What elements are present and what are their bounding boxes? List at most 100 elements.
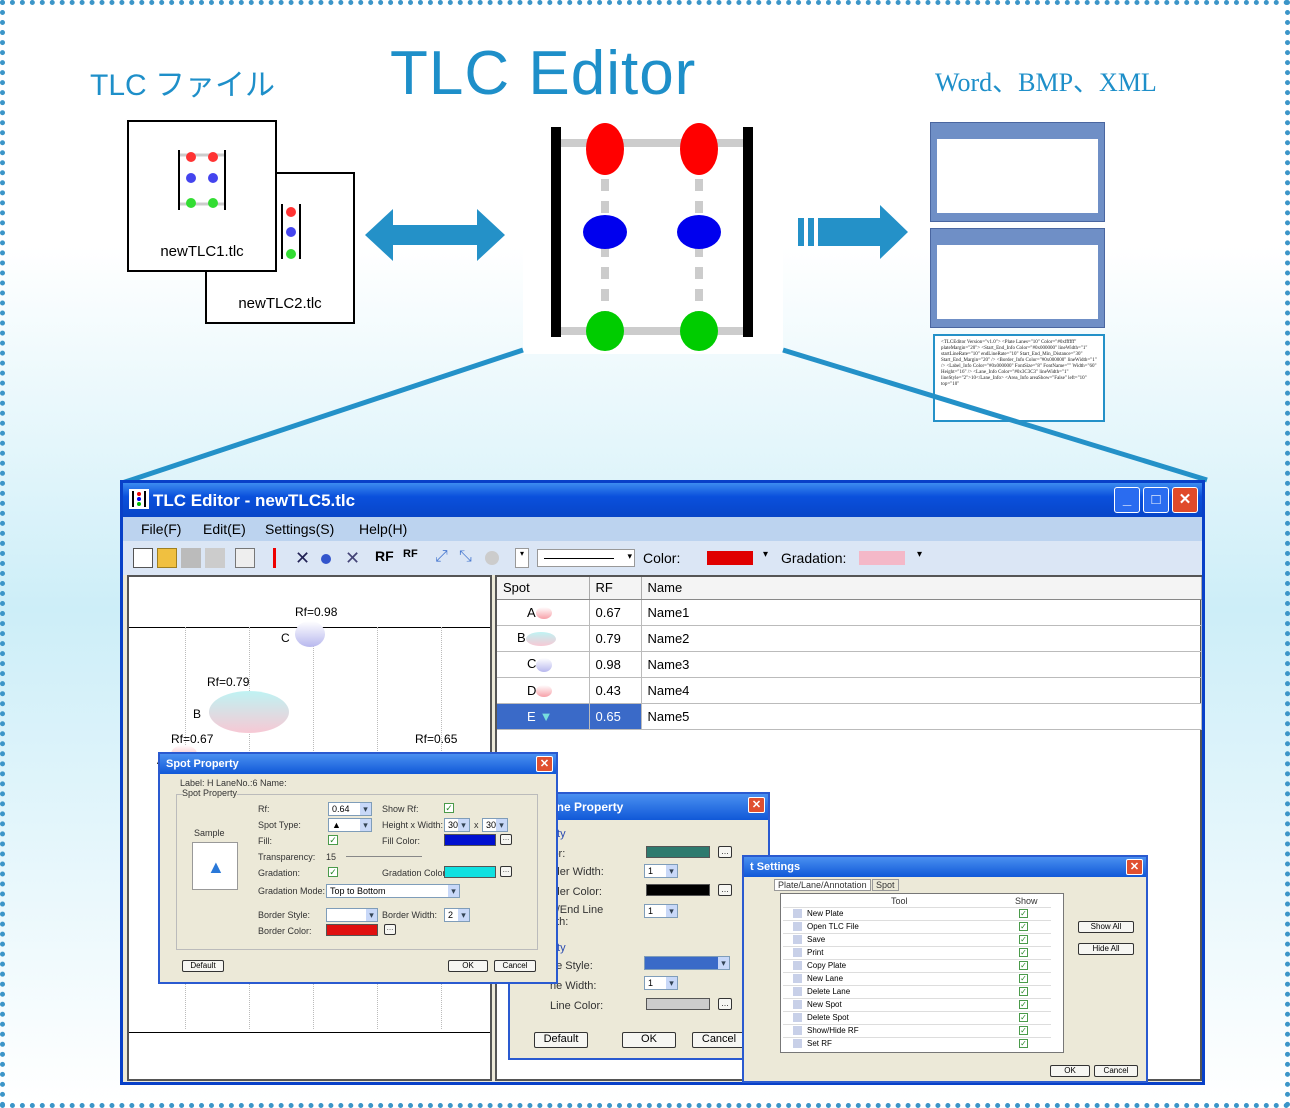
shrink-icon[interactable]: ⤡ (459, 548, 479, 568)
show-checkbox[interactable]: ✓ (1019, 987, 1028, 996)
ok-button[interactable]: OK (1050, 1065, 1090, 1077)
cancel-button[interactable]: Cancel (692, 1032, 746, 1048)
menu-help[interactable]: Help(H) (359, 521, 407, 537)
file-label: newTLC1.tlc (160, 243, 244, 260)
settings-row[interactable]: Open TLC File ✓ (783, 920, 1051, 932)
minimize-button[interactable]: _ (1114, 487, 1140, 513)
settings-row[interactable]: Print ✓ (783, 946, 1051, 958)
hide-all-button[interactable]: Hide All (1078, 943, 1134, 955)
delete-lane-icon[interactable]: ✕ (295, 548, 315, 568)
new-plate-icon[interactable] (133, 548, 153, 568)
close-icon[interactable]: ✕ (536, 756, 553, 772)
table-row-selected[interactable]: E ▼ 0.65 Name5 (497, 703, 1202, 730)
col-rf[interactable]: RF (589, 577, 642, 600)
delete-spot-icon[interactable]: ✕ (345, 548, 365, 568)
settings-row[interactable]: Save ✓ (783, 933, 1051, 945)
col-name[interactable]: Name (641, 577, 1202, 600)
show-checkbox[interactable]: ✓ (1019, 909, 1028, 918)
app-icon (129, 489, 149, 509)
menu-settings[interactable]: Settings(S) (265, 521, 334, 537)
show-checkbox[interactable]: ✓ (1019, 1026, 1028, 1035)
show-all-button[interactable]: Show All (1078, 921, 1134, 933)
color-dropdown-icon[interactable]: ▾ (763, 549, 768, 560)
close-button[interactable]: ✕ (1172, 487, 1198, 513)
show-rf-checkbox[interactable]: ✓ (444, 803, 454, 813)
tab-plate[interactable]: Plate/Lane/Annotation (774, 879, 871, 891)
print-icon[interactable] (205, 548, 225, 568)
settings-row[interactable]: New Spot ✓ (783, 998, 1051, 1010)
shape-dropdown-icon[interactable]: ▾ (515, 548, 529, 568)
gradation-dropdown-icon[interactable]: ▾ (917, 549, 922, 560)
cancel-button[interactable]: Cancel (1094, 1065, 1138, 1077)
color-swatch[interactable] (707, 551, 753, 565)
ok-button[interactable]: OK (448, 960, 488, 972)
new-lane-icon[interactable] (273, 548, 276, 568)
ok-button[interactable]: OK (622, 1032, 676, 1048)
border-color-swatch[interactable] (326, 924, 378, 936)
col-spot[interactable]: Spot (497, 577, 590, 600)
gradation-color-swatch[interactable] (444, 866, 496, 878)
settings-row[interactable]: Delete Spot ✓ (783, 1011, 1051, 1023)
copy-plate-icon[interactable] (235, 548, 255, 568)
lane-line-width-select[interactable]: 1 (644, 976, 678, 990)
show-checkbox[interactable]: ✓ (1019, 1039, 1028, 1048)
line-style-select[interactable] (644, 956, 730, 970)
border-color-swatch[interactable] (646, 884, 710, 896)
cancel-button[interactable]: Cancel (494, 960, 536, 972)
show-checkbox[interactable]: ✓ (1019, 935, 1028, 944)
show-checkbox[interactable]: ✓ (1019, 1013, 1028, 1022)
show-checkbox[interactable]: ✓ (1019, 922, 1028, 931)
menu-edit[interactable]: Edit(E) (203, 521, 246, 537)
border-width-select[interactable]: 2 (444, 908, 470, 922)
gradation-mode-select[interactable]: Top to Bottom (326, 884, 460, 898)
word-thumbnail (930, 122, 1105, 222)
show-checkbox[interactable]: ✓ (1019, 1000, 1028, 1009)
line-style-select[interactable]: ▾ (537, 549, 635, 567)
gradation-checkbox[interactable]: ✓ (328, 867, 338, 877)
show-checkbox[interactable]: ✓ (1019, 961, 1028, 970)
settings-row[interactable]: Copy Plate ✓ (783, 959, 1051, 971)
default-button[interactable]: Default (182, 960, 224, 972)
spot-c[interactable] (295, 621, 325, 647)
menu-file[interactable]: File(F) (141, 521, 181, 537)
lane-color-swatch[interactable] (646, 846, 710, 858)
close-icon[interactable]: ✕ (1126, 859, 1143, 875)
gradation-swatch[interactable] (859, 551, 905, 565)
line-width-select[interactable]: 1 (644, 904, 678, 918)
table-row[interactable]: D 0.43 Name4 (497, 677, 1202, 704)
settings-row[interactable]: Delete Lane ✓ (783, 985, 1051, 997)
fill-checkbox[interactable]: ✓ (328, 835, 338, 845)
border-width-select[interactable]: 1 (644, 864, 678, 878)
close-icon[interactable]: ✕ (748, 797, 765, 813)
transparency-slider[interactable] (346, 856, 422, 857)
settings-row[interactable]: Show/Hide RF ✓ (783, 1024, 1051, 1036)
maximize-button[interactable]: □ (1143, 487, 1169, 513)
default-button[interactable]: Default (534, 1032, 588, 1048)
tool-icon (793, 1013, 802, 1022)
show-checkbox[interactable]: ✓ (1019, 948, 1028, 957)
tab-spot[interactable]: Spot (872, 879, 899, 891)
spot-b[interactable] (209, 691, 289, 733)
fill-color-swatch[interactable] (444, 834, 496, 846)
height-select[interactable]: 30 (444, 818, 470, 832)
width-select[interactable]: 30 (482, 818, 508, 832)
table-row[interactable]: B 0.79 Name2 (497, 625, 1202, 652)
rf-input[interactable]: 0.64 (328, 802, 372, 816)
spot-type-select[interactable]: ▲ (328, 818, 372, 832)
save-icon[interactable] (181, 548, 201, 568)
tool-label: New Plate (807, 909, 844, 918)
show-hide-rf-icon[interactable]: RF (375, 548, 395, 568)
settings-row[interactable]: New Lane ✓ (783, 972, 1051, 984)
border-style-select[interactable] (326, 908, 378, 922)
table-row[interactable]: C 0.98 Name3 (497, 651, 1202, 678)
new-spot-icon[interactable] (321, 554, 331, 564)
open-folder-icon[interactable] (157, 548, 177, 568)
show-checkbox[interactable]: ✓ (1019, 974, 1028, 983)
spot-shape-icon[interactable] (485, 551, 499, 565)
line-color-swatch[interactable] (646, 998, 710, 1010)
settings-row[interactable]: New Plate ✓ (783, 907, 1051, 919)
expand-icon[interactable]: ⤢ (435, 548, 455, 568)
settings-row[interactable]: Set RF ✓ (783, 1037, 1051, 1049)
table-row[interactable]: A 0.67 Name1 (497, 599, 1202, 626)
set-rf-icon[interactable]: RF (403, 548, 429, 568)
